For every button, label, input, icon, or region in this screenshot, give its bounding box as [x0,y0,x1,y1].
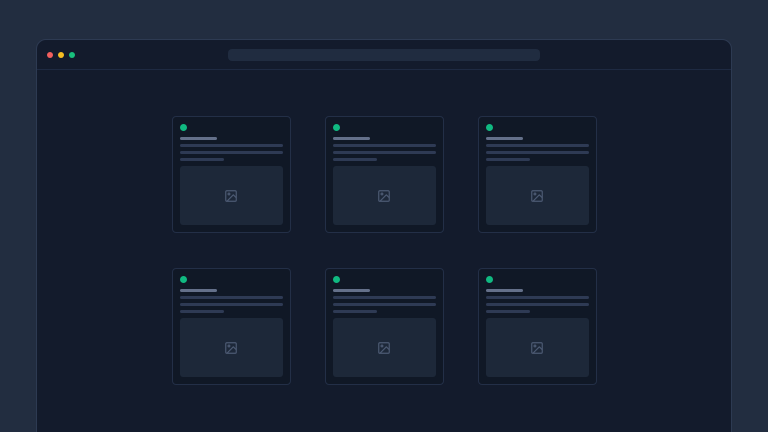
skeleton-line [180,296,283,299]
skeleton-line [180,303,283,306]
close-button[interactable] [47,52,53,58]
skeleton-title [180,289,217,292]
card[interactable] [478,268,597,385]
status-dot [333,124,340,131]
skeleton-line [333,144,436,147]
card[interactable] [325,116,444,233]
minimize-button[interactable] [58,52,64,58]
skeleton-title [333,289,370,292]
image-icon [530,189,544,203]
card-grid-row [37,116,731,233]
skeleton-line [333,158,377,161]
image-placeholder [333,318,436,377]
status-dot [486,124,493,131]
skeleton-line [180,158,224,161]
skeleton-line [486,310,530,313]
image-icon [530,341,544,355]
skeleton-line [333,151,436,154]
skeleton-line [486,144,589,147]
skeleton-line [180,151,283,154]
status-dot [486,276,493,283]
skeleton-title [486,137,523,140]
browser-content [37,116,731,432]
card-grid-row [37,268,731,385]
skeleton-title [180,137,217,140]
status-dot [180,124,187,131]
image-placeholder [486,166,589,225]
image-placeholder [486,318,589,377]
skeleton-line [180,144,283,147]
skeleton-line [486,303,589,306]
zoom-button[interactable] [69,52,75,58]
skeleton-line [180,310,224,313]
url-bar[interactable] [228,49,540,61]
card[interactable] [172,268,291,385]
desktop-background [0,0,768,432]
skeleton-line [486,296,589,299]
browser-titlebar[interactable] [37,40,731,70]
card[interactable] [478,116,597,233]
image-placeholder [180,166,283,225]
image-placeholder [333,166,436,225]
skeleton-line [486,158,530,161]
image-icon [224,341,238,355]
status-dot [333,276,340,283]
card-grid [37,116,731,385]
image-placeholder [180,318,283,377]
status-dot [180,276,187,283]
skeleton-line [333,303,436,306]
skeleton-line [333,296,436,299]
skeleton-line [486,151,589,154]
skeleton-title [486,289,523,292]
skeleton-line [333,310,377,313]
skeleton-title [333,137,370,140]
image-icon [377,341,391,355]
card[interactable] [325,268,444,385]
card[interactable] [172,116,291,233]
image-icon [224,189,238,203]
window-controls [47,40,75,69]
image-icon [377,189,391,203]
browser-window [36,39,732,432]
